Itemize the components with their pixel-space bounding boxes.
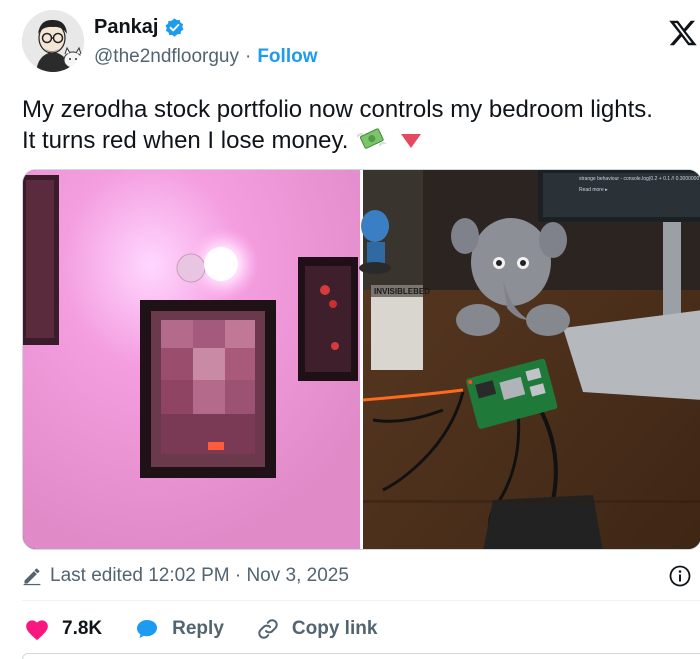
avatar[interactable]: [22, 10, 84, 72]
likes-count: 7.8K: [62, 618, 103, 639]
monitor-text-1: strange behaviour - console.log(0.2 + 0.…: [579, 176, 699, 182]
reply-bubble-icon: [137, 620, 158, 638]
display-name[interactable]: Pankaj: [94, 16, 158, 39]
x-logo-icon[interactable]: [668, 18, 698, 48]
tweet-header: Pankaj @the2ndfloorguy · Follow: [22, 10, 700, 74]
copy-link-button[interactable]: Copy link: [256, 617, 378, 641]
edit-info-row: Last edited 12:02 PM · Nov 3, 2025: [22, 564, 698, 588]
media-images: strange behaviour - console.log(0.2 + 0.…: [23, 170, 700, 549]
money-with-wings-icon: [357, 128, 388, 149]
like-button[interactable]: 7.8K: [24, 617, 102, 641]
left-photo: [23, 170, 360, 549]
follow-button[interactable]: Follow: [257, 46, 317, 68]
tweet-text-line-2-text: It turns red when I lose money.: [22, 127, 349, 154]
name-row: Pankaj: [94, 16, 185, 39]
heart-icon: [26, 620, 48, 641]
red-down-triangle-icon: [400, 134, 421, 148]
right-photo: strange behaviour - console.log(0.2 + 0.…: [359, 170, 700, 549]
monitor-text-2: Read more ▸: [579, 187, 608, 193]
box-label-text: INVISIBLEBED: [374, 287, 430, 296]
pencil-icon: [23, 568, 41, 586]
handle-row: @the2ndfloorguy · Follow: [94, 46, 317, 68]
divider: [22, 600, 700, 601]
tweet-text-line-2: It turns red when I lose money.: [22, 125, 700, 156]
handle[interactable]: @the2ndfloorguy: [94, 46, 239, 68]
next-panel-edge: [22, 653, 700, 659]
reply-button[interactable]: Reply: [134, 617, 224, 641]
tweet-actions: 7.8K Reply Copy link: [24, 614, 409, 644]
link-icon: [258, 619, 278, 639]
verified-badge-icon: [165, 18, 184, 37]
tweet-text-line-1: My zerodha stock portfolio now controls …: [22, 96, 653, 123]
reply-label: Reply: [172, 618, 224, 639]
tweet-media[interactable]: strange behaviour - console.log(0.2 + 0.…: [22, 169, 700, 550]
info-icon[interactable]: [668, 564, 692, 588]
copy-link-label: Copy link: [291, 618, 378, 639]
separator-dot: ·: [245, 46, 252, 67]
last-edited-text[interactable]: Last edited 12:02 PM · Nov 3, 2025: [50, 565, 349, 587]
avatar-illustration: [22, 10, 84, 72]
tweet-text: My zerodha stock portfolio now controls …: [22, 94, 700, 156]
